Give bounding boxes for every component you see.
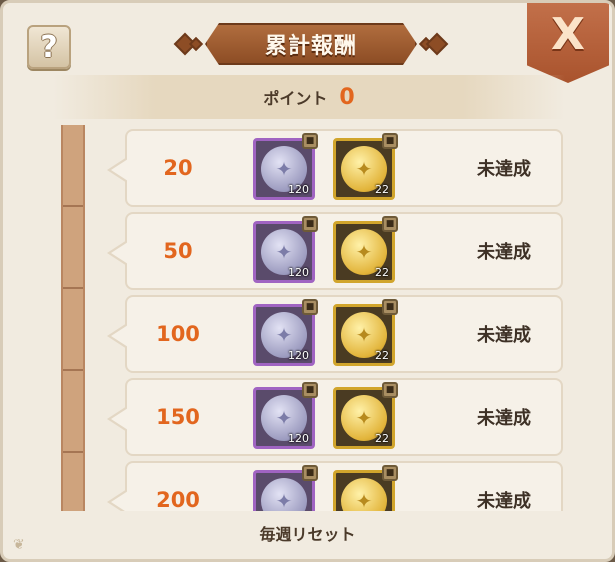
reward-list[interactable]: 20 ✦ 120 ■ ✦ 22 ■ 未達成 50 ✦ 120 ■ ✦ 22 ■ …	[43, 125, 583, 511]
silver-reward-slot[interactable]: ✦ 120 ■	[253, 465, 318, 511]
silver-reward-slot[interactable]: ✦ 120 ■	[253, 299, 318, 366]
close-icon: X	[551, 9, 585, 60]
silver-quantity: 120	[288, 349, 309, 362]
gold-reward-slot[interactable]: ✦ 22 ■	[333, 133, 398, 200]
silver-reward-slot[interactable]: ✦ 120 ■	[253, 382, 318, 449]
silver-quantity: 120	[288, 266, 309, 279]
help-button[interactable]: ?	[27, 25, 71, 69]
weekly-reset-note: 毎週リセット	[259, 525, 356, 544]
gold-reward-slot[interactable]: ✦ 22 ■	[333, 382, 398, 449]
gold-coin-icon: ✦	[341, 478, 387, 511]
reward-row: 50 ✦ 120 ■ ✦ 22 ■ 未達成	[107, 212, 563, 290]
row-status: 未達成	[477, 159, 531, 180]
lock-icon: ■	[302, 133, 318, 149]
points-bar: ポイント 0	[53, 75, 565, 119]
progress-track	[61, 125, 85, 511]
lock-icon: ■	[302, 216, 318, 232]
reward-row: 100 ✦ 120 ■ ✦ 22 ■ 未達成	[107, 295, 563, 373]
title-ribbon: 累計報酬	[173, 23, 449, 65]
lock-icon: ■	[382, 299, 398, 315]
points-value: 0	[339, 84, 355, 110]
row-status: 未達成	[477, 408, 531, 429]
row-threshold: 20	[163, 156, 193, 180]
gold-reward-slot[interactable]: ✦ 22 ■	[333, 299, 398, 366]
row-status: 未達成	[477, 325, 531, 346]
gold-reward-slot[interactable]: ✦ 22 ■	[333, 216, 398, 283]
ribbon-ornament-right	[425, 32, 449, 56]
silver-reward-slot[interactable]: ✦ 120 ■	[253, 216, 318, 283]
row-threshold: 200	[156, 488, 200, 511]
page-title: 累計報酬	[264, 34, 357, 59]
gold-reward-slot[interactable]: ✦ 22 ■	[333, 465, 398, 511]
gold-quantity: 22	[375, 432, 389, 445]
reward-row: 200 ✦ 120 ■ ✦ 22 ■ 未達成	[107, 461, 563, 511]
gold-quantity: 22	[375, 183, 389, 196]
gold-quantity: 22	[375, 266, 389, 279]
silver-quantity: 120	[288, 432, 309, 445]
help-icon: ?	[40, 29, 58, 65]
row-status: 未達成	[477, 242, 531, 263]
close-button[interactable]: X	[527, 3, 609, 83]
row-threshold: 150	[156, 405, 200, 429]
points-label: ポイント	[263, 89, 328, 108]
row-status: 未達成	[477, 491, 531, 511]
silver-quantity: 120	[288, 183, 309, 196]
lock-icon: ■	[382, 382, 398, 398]
lock-icon: ■	[302, 382, 318, 398]
row-threshold: 100	[156, 322, 200, 346]
lock-icon: ■	[382, 133, 398, 149]
lock-icon: ■	[382, 216, 398, 232]
lock-icon: ■	[382, 465, 398, 481]
reward-row: 20 ✦ 120 ■ ✦ 22 ■ 未達成	[107, 129, 563, 207]
gold-quantity: 22	[375, 349, 389, 362]
reward-row: 150 ✦ 120 ■ ✦ 22 ■ 未達成	[107, 378, 563, 456]
reward-panel: ? 累計報酬 X ポイント 0 20 ✦ 120 ■ ✦ 22 ■ 未達成 50…	[0, 0, 615, 562]
lock-icon: ■	[302, 299, 318, 315]
row-threshold: 50	[163, 239, 193, 263]
lock-icon: ■	[302, 465, 318, 481]
title-bar: 累計報酬	[205, 23, 417, 65]
silver-reward-slot[interactable]: ✦ 120 ■	[253, 133, 318, 200]
silver-coin-icon: ✦	[261, 478, 307, 511]
corner-ornament-icon: ❦	[13, 537, 25, 553]
